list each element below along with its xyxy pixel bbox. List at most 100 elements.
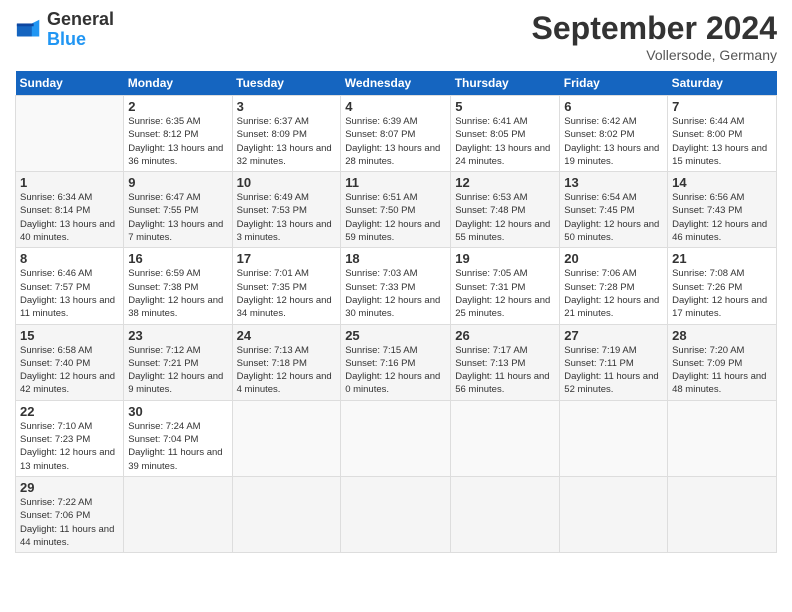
col-thursday: Thursday bbox=[451, 71, 560, 96]
day-number: 9 bbox=[128, 175, 227, 190]
day-number: 15 bbox=[20, 328, 119, 343]
day-number: 24 bbox=[237, 328, 337, 343]
calendar-cell bbox=[16, 96, 124, 172]
day-number: 8 bbox=[20, 251, 119, 266]
day-info: Sunrise: 6:47 AM Sunset: 7:55 PM Dayligh… bbox=[128, 191, 227, 244]
col-saturday: Saturday bbox=[668, 71, 777, 96]
logo-icon bbox=[15, 16, 43, 44]
day-number: 4 bbox=[345, 99, 446, 114]
col-sunday: Sunday bbox=[16, 71, 124, 96]
day-number: 7 bbox=[672, 99, 772, 114]
calendar-cell: 23 Sunrise: 7:12 AM Sunset: 7:21 PM Dayl… bbox=[124, 324, 232, 400]
day-number: 11 bbox=[345, 175, 446, 190]
day-info: Sunrise: 7:01 AM Sunset: 7:35 PM Dayligh… bbox=[237, 267, 337, 320]
day-info: Sunrise: 6:37 AM Sunset: 8:09 PM Dayligh… bbox=[237, 115, 337, 168]
calendar-cell: 13 Sunrise: 6:54 AM Sunset: 7:45 PM Dayl… bbox=[560, 172, 668, 248]
calendar-cell bbox=[560, 400, 668, 476]
calendar-cell: 15 Sunrise: 6:58 AM Sunset: 7:40 PM Dayl… bbox=[16, 324, 124, 400]
day-number: 26 bbox=[455, 328, 555, 343]
day-info: Sunrise: 7:08 AM Sunset: 7:26 PM Dayligh… bbox=[672, 267, 772, 320]
calendar-cell: 5 Sunrise: 6:41 AM Sunset: 8:05 PM Dayli… bbox=[451, 96, 560, 172]
day-number: 17 bbox=[237, 251, 337, 266]
calendar-cell: 30 Sunrise: 7:24 AM Sunset: 7:04 PM Dayl… bbox=[124, 400, 232, 476]
calendar-cell: 14 Sunrise: 6:56 AM Sunset: 7:43 PM Dayl… bbox=[668, 172, 777, 248]
calendar-cell: 19 Sunrise: 7:05 AM Sunset: 7:31 PM Dayl… bbox=[451, 248, 560, 324]
calendar-cell bbox=[451, 476, 560, 552]
day-number: 10 bbox=[237, 175, 337, 190]
calendar-cell: 3 Sunrise: 6:37 AM Sunset: 8:09 PM Dayli… bbox=[232, 96, 341, 172]
calendar-cell: 27 Sunrise: 7:19 AM Sunset: 7:11 PM Dayl… bbox=[560, 324, 668, 400]
calendar-cell: 2 Sunrise: 6:35 AM Sunset: 8:12 PM Dayli… bbox=[124, 96, 232, 172]
col-tuesday: Tuesday bbox=[232, 71, 341, 96]
calendar-cell: 21 Sunrise: 7:08 AM Sunset: 7:26 PM Dayl… bbox=[668, 248, 777, 324]
calendar-cell: 22 Sunrise: 7:10 AM Sunset: 7:23 PM Dayl… bbox=[16, 400, 124, 476]
day-info: Sunrise: 7:10 AM Sunset: 7:23 PM Dayligh… bbox=[20, 420, 119, 473]
day-number: 19 bbox=[455, 251, 555, 266]
day-info: Sunrise: 6:59 AM Sunset: 7:38 PM Dayligh… bbox=[128, 267, 227, 320]
day-info: Sunrise: 6:39 AM Sunset: 8:07 PM Dayligh… bbox=[345, 115, 446, 168]
day-info: Sunrise: 6:54 AM Sunset: 7:45 PM Dayligh… bbox=[564, 191, 663, 244]
day-number: 14 bbox=[672, 175, 772, 190]
day-number: 20 bbox=[564, 251, 663, 266]
day-info: Sunrise: 6:49 AM Sunset: 7:53 PM Dayligh… bbox=[237, 191, 337, 244]
calendar-cell: 26 Sunrise: 7:17 AM Sunset: 7:13 PM Dayl… bbox=[451, 324, 560, 400]
day-number: 27 bbox=[564, 328, 663, 343]
calendar-cell bbox=[232, 400, 341, 476]
page-header: General Blue September 2024 Vollersode, … bbox=[15, 10, 777, 63]
day-info: Sunrise: 7:05 AM Sunset: 7:31 PM Dayligh… bbox=[455, 267, 555, 320]
calendar-cell: 17 Sunrise: 7:01 AM Sunset: 7:35 PM Dayl… bbox=[232, 248, 341, 324]
day-info: Sunrise: 6:53 AM Sunset: 7:48 PM Dayligh… bbox=[455, 191, 555, 244]
day-info: Sunrise: 6:58 AM Sunset: 7:40 PM Dayligh… bbox=[20, 344, 119, 397]
calendar-cell: 7 Sunrise: 6:44 AM Sunset: 8:00 PM Dayli… bbox=[668, 96, 777, 172]
calendar-cell: 6 Sunrise: 6:42 AM Sunset: 8:02 PM Dayli… bbox=[560, 96, 668, 172]
calendar-table: Sunday Monday Tuesday Wednesday Thursday… bbox=[15, 71, 777, 553]
calendar-header-row: Sunday Monday Tuesday Wednesday Thursday… bbox=[16, 71, 777, 96]
day-number: 21 bbox=[672, 251, 772, 266]
day-info: Sunrise: 7:03 AM Sunset: 7:33 PM Dayligh… bbox=[345, 267, 446, 320]
logo: General Blue bbox=[15, 10, 114, 50]
calendar-cell: 25 Sunrise: 7:15 AM Sunset: 7:16 PM Dayl… bbox=[341, 324, 451, 400]
day-number: 28 bbox=[672, 328, 772, 343]
col-monday: Monday bbox=[124, 71, 232, 96]
calendar-cell: 4 Sunrise: 6:39 AM Sunset: 8:07 PM Dayli… bbox=[341, 96, 451, 172]
day-number: 30 bbox=[128, 404, 227, 419]
month-title: September 2024 bbox=[532, 10, 777, 47]
calendar-row: 2 Sunrise: 6:35 AM Sunset: 8:12 PM Dayli… bbox=[16, 96, 777, 172]
calendar-cell bbox=[341, 400, 451, 476]
day-info: Sunrise: 7:06 AM Sunset: 7:28 PM Dayligh… bbox=[564, 267, 663, 320]
day-info: Sunrise: 6:44 AM Sunset: 8:00 PM Dayligh… bbox=[672, 115, 772, 168]
calendar-cell: 18 Sunrise: 7:03 AM Sunset: 7:33 PM Dayl… bbox=[341, 248, 451, 324]
calendar-row: 29 Sunrise: 7:22 AM Sunset: 7:06 PM Dayl… bbox=[16, 476, 777, 552]
day-info: Sunrise: 7:19 AM Sunset: 7:11 PM Dayligh… bbox=[564, 344, 663, 397]
calendar-cell: 10 Sunrise: 6:49 AM Sunset: 7:53 PM Dayl… bbox=[232, 172, 341, 248]
day-number: 22 bbox=[20, 404, 119, 419]
day-info: Sunrise: 6:35 AM Sunset: 8:12 PM Dayligh… bbox=[128, 115, 227, 168]
title-section: September 2024 Vollersode, Germany bbox=[532, 10, 777, 63]
page-container: General Blue September 2024 Vollersode, … bbox=[0, 0, 792, 563]
day-number: 2 bbox=[128, 99, 227, 114]
day-info: Sunrise: 6:56 AM Sunset: 7:43 PM Dayligh… bbox=[672, 191, 772, 244]
day-info: Sunrise: 7:20 AM Sunset: 7:09 PM Dayligh… bbox=[672, 344, 772, 397]
location-subtitle: Vollersode, Germany bbox=[532, 47, 777, 63]
day-number: 29 bbox=[20, 480, 119, 495]
calendar-cell bbox=[232, 476, 341, 552]
calendar-cell: 20 Sunrise: 7:06 AM Sunset: 7:28 PM Dayl… bbox=[560, 248, 668, 324]
calendar-cell: 1 Sunrise: 6:34 AM Sunset: 8:14 PM Dayli… bbox=[16, 172, 124, 248]
calendar-cell: 9 Sunrise: 6:47 AM Sunset: 7:55 PM Dayli… bbox=[124, 172, 232, 248]
day-info: Sunrise: 7:15 AM Sunset: 7:16 PM Dayligh… bbox=[345, 344, 446, 397]
day-number: 5 bbox=[455, 99, 555, 114]
calendar-cell bbox=[668, 476, 777, 552]
day-number: 1 bbox=[20, 175, 119, 190]
day-info: Sunrise: 7:24 AM Sunset: 7:04 PM Dayligh… bbox=[128, 420, 227, 473]
day-number: 23 bbox=[128, 328, 227, 343]
day-info: Sunrise: 7:12 AM Sunset: 7:21 PM Dayligh… bbox=[128, 344, 227, 397]
day-number: 3 bbox=[237, 99, 337, 114]
calendar-cell: 28 Sunrise: 7:20 AM Sunset: 7:09 PM Dayl… bbox=[668, 324, 777, 400]
logo-general: General bbox=[47, 10, 114, 30]
day-info: Sunrise: 6:41 AM Sunset: 8:05 PM Dayligh… bbox=[455, 115, 555, 168]
logo-text: General Blue bbox=[47, 10, 114, 50]
day-number: 25 bbox=[345, 328, 446, 343]
calendar-cell bbox=[560, 476, 668, 552]
calendar-cell: 24 Sunrise: 7:13 AM Sunset: 7:18 PM Dayl… bbox=[232, 324, 341, 400]
day-number: 13 bbox=[564, 175, 663, 190]
